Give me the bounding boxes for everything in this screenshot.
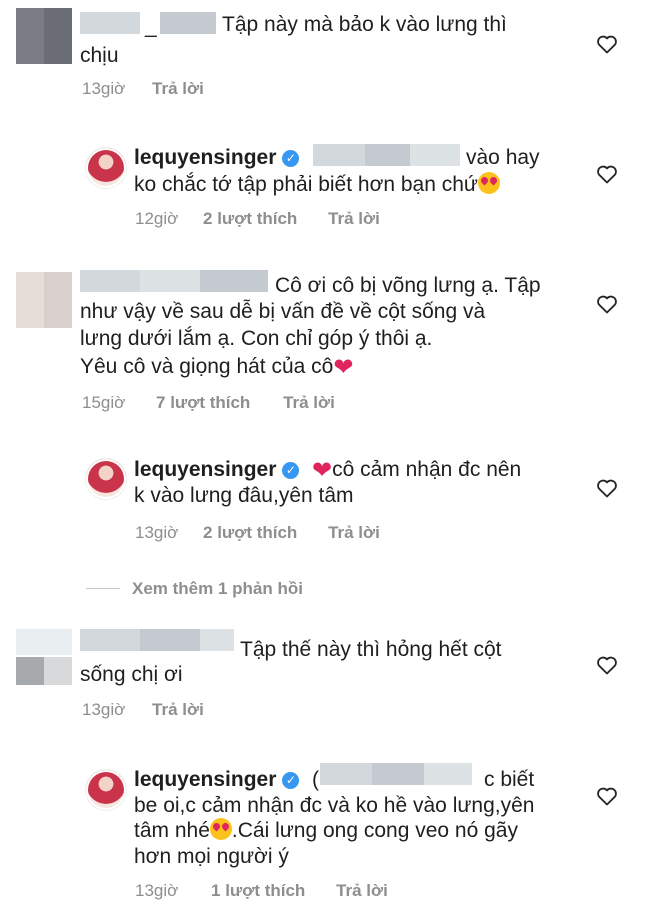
username-tail: _ [145, 15, 157, 38]
comment-text: c biết [484, 768, 535, 791]
username-redacted[interactable] [140, 629, 200, 651]
mention-redacted[interactable] [410, 144, 460, 166]
comment-text: chịu [80, 44, 119, 67]
comment-text: vào hay [466, 146, 540, 169]
username[interactable]: lequyensinger ✓ [134, 767, 305, 793]
username-redacted[interactable] [80, 629, 140, 651]
comment-text: be oi,c cảm nhận đc và ko hề vào lưng,yê… [134, 794, 535, 817]
heart-eyes-emoji-icon [477, 172, 500, 194]
likes-count[interactable]: 2 lượt thích [203, 523, 297, 542]
mention-redacted[interactable] [320, 763, 372, 785]
comment-meta: 15giờ 7 lượt thích Trả lời [82, 393, 355, 413]
heart-outline-icon[interactable] [595, 784, 619, 808]
avatar[interactable] [16, 8, 72, 64]
comment-text: tâm nhé .Cái lưng ong cong veo nó gãy [134, 818, 518, 842]
likes-count[interactable]: 1 lượt thích [211, 881, 305, 900]
comment-text: lưng dưới lắm ạ. Con chỉ góp ý thôi ạ. [80, 327, 433, 350]
comment-text: k vào lưng đâu,yên tâm [134, 484, 354, 507]
reply-button[interactable]: Trả lời [328, 209, 380, 228]
username-redacted[interactable] [80, 12, 140, 34]
mention-redacted[interactable] [372, 763, 424, 785]
red-heart-emoji-icon: ❤ [333, 354, 354, 381]
reply-button[interactable]: Trả lời [283, 393, 335, 412]
verified-badge-icon: ✓ [282, 462, 300, 479]
avatar[interactable] [86, 148, 126, 188]
comment-meta: 13giờ 2 lượt thích Trả lời [135, 523, 400, 543]
username-redacted[interactable] [200, 270, 268, 292]
reply-button[interactable]: Trả lời [328, 523, 380, 542]
comment-text: Tập này mà bảo k vào lưng thì [222, 13, 507, 36]
verified-badge-icon: ✓ [282, 150, 300, 167]
likes-count[interactable]: 2 lượt thích [203, 209, 297, 228]
heart-outline-icon[interactable] [595, 476, 619, 500]
comment-text: ko chắc tớ tập phải biết hơn bạn chứ [134, 172, 500, 198]
comment-text: như vậy về sau dễ bị vấn đề về cột sống … [80, 300, 486, 323]
username-redacted[interactable] [160, 12, 216, 34]
heart-eyes-emoji-icon [209, 818, 232, 840]
likes-count[interactable]: 7 lượt thích [156, 393, 250, 412]
reply-button[interactable]: Trả lời [152, 700, 204, 719]
comment-text: sống chị ơi [80, 663, 183, 686]
heart-outline-icon[interactable] [595, 32, 619, 56]
avatar[interactable] [16, 272, 72, 328]
reply-button[interactable]: Trả lời [336, 881, 388, 900]
mention-redacted[interactable] [365, 144, 410, 166]
heart-outline-icon[interactable] [595, 162, 619, 186]
comment-meta: 13giờ 1 lượt thích Trả lời [135, 881, 408, 901]
comment-meta: 13giờ Trả lời [82, 700, 224, 720]
comment-time: 13giờ [82, 700, 126, 719]
view-more-replies-button[interactable]: Xem thêm 1 phản hồi [86, 579, 303, 599]
comment-text: ( [312, 768, 319, 791]
username-redacted[interactable] [140, 270, 200, 292]
mention-redacted[interactable] [424, 763, 472, 785]
divider [86, 588, 120, 589]
avatar[interactable] [16, 629, 72, 685]
heart-outline-icon[interactable] [595, 292, 619, 316]
avatar[interactable] [86, 459, 126, 499]
reply-button[interactable]: Trả lời [152, 79, 204, 98]
mention-redacted[interactable] [313, 144, 365, 166]
comment-meta: 12giờ 2 lượt thích Trả lời [135, 209, 400, 229]
avatar[interactable] [86, 770, 126, 810]
comment-text: Tập thế này thì hỏng hết cột [240, 638, 502, 661]
username-redacted[interactable] [80, 270, 140, 292]
heart-outline-icon[interactable] [595, 653, 619, 677]
red-heart-emoji-icon: ❤ [312, 457, 333, 484]
comment-time: 12giờ [135, 209, 179, 228]
comment-time: 13giờ [82, 79, 126, 98]
comment-text: Yêu cô và giọng hát của cô❤ [80, 354, 354, 381]
username[interactable]: lequyensinger ✓ [134, 457, 305, 483]
comment-time: 13giờ [135, 523, 179, 542]
comment-time: 15giờ [82, 393, 126, 412]
verified-badge-icon: ✓ [282, 772, 300, 789]
comment-text: hơn mọi người ý [134, 845, 289, 868]
comment-time: 13giờ [135, 881, 179, 900]
username-redacted[interactable] [200, 629, 234, 651]
comment-text: Cô ơi cô bị võng lưng ạ. Tập [275, 274, 541, 297]
comment-meta: 13giờ Trả lời [82, 79, 224, 99]
username[interactable]: lequyensinger ✓ [134, 145, 305, 171]
comment-text: ❤cô cảm nhận đc nên [312, 457, 522, 484]
